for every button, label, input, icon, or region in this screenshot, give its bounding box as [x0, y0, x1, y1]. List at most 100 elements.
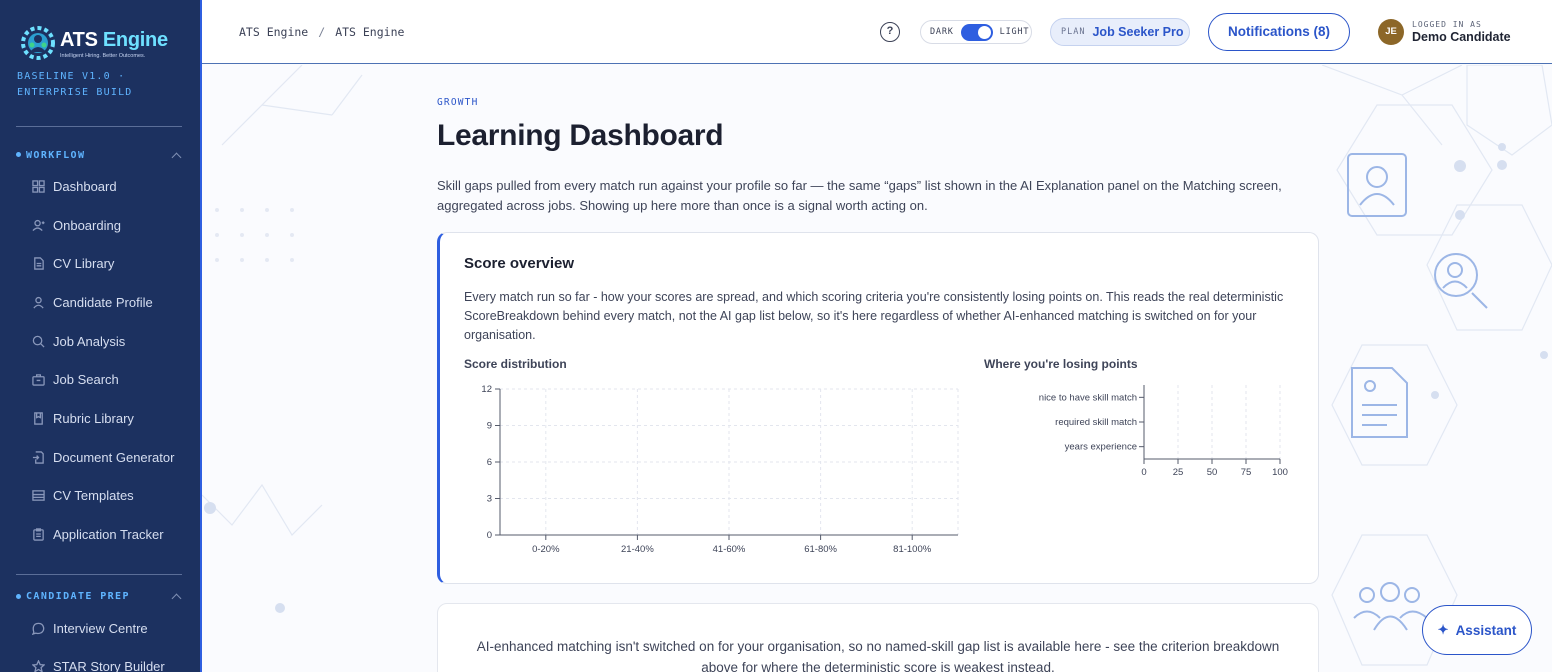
chevron-up-icon[interactable] — [171, 593, 182, 604]
brand-tagline: Intelligent Hiring. Better Outcomes. — [60, 53, 146, 59]
plan-label: PLAN — [1061, 27, 1086, 37]
sidebar-item-candidate-profile[interactable]: Candidate Profile — [0, 283, 200, 322]
user-icon — [31, 295, 45, 309]
topbar: ATS Engine / ATS Engine ? DARK LIGHT PLAN … — [202, 0, 1552, 64]
y-tick-label: required skill match — [1055, 417, 1137, 428]
score-distribution-label: Score distribution — [464, 357, 567, 371]
book-icon — [31, 411, 45, 425]
avatar[interactable]: JE — [1378, 19, 1404, 45]
ai-gap-message: AI-enhanced matching isn't switched on f… — [476, 639, 1280, 672]
score-overview-description: Every match run so far - how your scores… — [464, 290, 1284, 342]
brand[interactable]: ATS Engine Intelligent Hiring. Better Ou… — [0, 0, 200, 66]
user-info[interactable]: LOGGED IN AS Demo Candidate — [1412, 20, 1511, 44]
sidebar-item-label: Job Analysis — [53, 333, 126, 349]
sidebar-item-label: Document Generator — [53, 449, 175, 465]
y-tick-label: 3 — [487, 494, 492, 505]
y-tick-label: years experience — [1065, 442, 1137, 453]
clipboard-icon — [31, 528, 45, 542]
section-label: CANDIDATE PREP — [26, 591, 130, 603]
document-icon — [31, 257, 45, 271]
x-tick-label: 21-40% — [621, 544, 654, 555]
grid-icon — [31, 179, 45, 193]
sidebar-item-application-tracker[interactable]: Application Tracker — [0, 515, 200, 554]
y-tick-label: nice to have skill match — [1039, 392, 1137, 403]
sidebar-item-label: CV Library — [53, 256, 115, 272]
sidebar-item-label: STAR Story Builder — [53, 659, 165, 672]
chat-icon — [31, 621, 45, 635]
sidebar-item-label: Candidate Profile — [53, 294, 153, 310]
sidebar-item-cv-library[interactable]: CV Library — [0, 244, 200, 283]
brand-logo-icon — [18, 24, 58, 64]
logged-in-label: LOGGED IN AS — [1412, 20, 1482, 29]
sparkle-icon: ✦ — [1437, 622, 1449, 637]
x-tick-label: 25 — [1173, 467, 1184, 478]
sidebar-item-label: Interview Centre — [53, 620, 148, 636]
sidebar-item-job-analysis[interactable]: Job Analysis — [0, 322, 200, 361]
breadcrumb: ATS Engine / ATS Engine — [239, 25, 404, 39]
score-overview-card: Score overview Every match run so far - … — [437, 232, 1319, 584]
losing-points-chart: 0 25 50 75 100 nice to have skill match requir… — [1039, 385, 1288, 478]
breadcrumb-current: ATS Engine — [335, 25, 405, 39]
sidebar-item-dashboard[interactable]: Dashboard — [0, 167, 200, 206]
sidebar-item-label: Application Tracker — [53, 527, 164, 543]
sidebar-item-label: Dashboard — [53, 178, 117, 194]
x-tick-label: 100 — [1272, 467, 1288, 478]
y-tick-label: 0 — [487, 530, 492, 541]
ai-gap-card: AI-enhanced matching isn't switched on f… — [437, 603, 1319, 672]
x-tick-label: 0 — [1141, 467, 1146, 478]
y-tick-label: 9 — [487, 421, 492, 432]
sidebar-item-job-search[interactable]: Job Search — [0, 360, 200, 399]
section-dot-icon — [16, 593, 21, 599]
theme-light-label: LIGHT — [999, 27, 1030, 37]
x-tick-label: 50 — [1207, 467, 1218, 478]
assistant-label: Assistant — [1455, 622, 1517, 638]
theme-dark-label: DARK — [930, 27, 954, 37]
sidebar-item-rubric-library[interactable]: Rubric Library — [0, 399, 200, 438]
user-name: Demo Candidate — [1412, 30, 1511, 44]
section-dot-icon — [16, 152, 21, 157]
page-title: Learning Dashboard — [437, 119, 724, 152]
theme-switch[interactable] — [960, 23, 993, 41]
star-icon — [31, 660, 45, 672]
x-tick-label: 41-60% — [713, 544, 746, 555]
page-eyebrow: GROWTH — [437, 97, 479, 108]
search-icon — [31, 334, 45, 348]
notifications-button[interactable]: Notifications (8) — [1208, 13, 1350, 51]
build-label: BASELINE V1.0 · ENTERPRISE BUILD — [17, 71, 133, 98]
sidebar-item-cv-templates[interactable]: CV Templates — [0, 477, 200, 516]
x-tick-label: 75 — [1241, 467, 1252, 478]
plan-value: Job Seeker Pro — [1092, 25, 1184, 39]
sidebar-item-label: CV Templates — [53, 488, 134, 504]
sidebar-item-document-generator[interactable]: Document Generator — [0, 438, 200, 477]
score-distribution-chart: 0 3 6 9 12 0-20% 21-40% 41-60% 61-80% 81-100% — [481, 384, 959, 555]
chevron-up-icon[interactable] — [171, 152, 182, 162]
plan-badge[interactable]: PLAN Job Seeker Pro — [1050, 18, 1190, 46]
page-intro: Skill gaps pulled from every match run a… — [437, 178, 1282, 213]
brand-name: ATS Engine — [60, 29, 168, 51]
briefcase-icon — [31, 373, 45, 387]
breadcrumb-root[interactable]: ATS Engine — [239, 25, 308, 39]
theme-toggle[interactable]: DARK LIGHT — [920, 20, 1032, 44]
assistant-button[interactable]: ✦ Assistant — [1422, 605, 1532, 655]
file-export-icon — [31, 450, 45, 464]
sidebar-section-workflow[interactable]: WORKFLOW — [0, 146, 200, 164]
help-icon[interactable]: ? — [880, 22, 900, 42]
section-label: WORKFLOW — [26, 149, 86, 161]
score-overview-title: Score overview — [464, 255, 575, 272]
sidebar-item-label: Rubric Library — [53, 410, 134, 426]
x-tick-label: 0-20% — [532, 544, 560, 555]
y-tick-label: 6 — [487, 457, 492, 468]
sidebar-item-star-story-builder[interactable]: STAR Story Builder — [0, 648, 200, 672]
main-content: GROWTH Learning Dashboard Skill gaps pul… — [202, 65, 1552, 672]
y-tick-label: 12 — [481, 384, 492, 395]
sidebar-item-label: Onboarding — [53, 217, 121, 233]
sidebar-item-interview-centre[interactable]: Interview Centre — [0, 609, 200, 648]
losing-points-label: Where you're losing points — [984, 357, 1138, 371]
layout-icon — [31, 489, 45, 503]
user-plus-icon — [31, 218, 45, 232]
sidebar-item-label: Job Search — [53, 372, 119, 388]
breadcrumb-separator: / — [318, 25, 326, 39]
x-tick-label: 81-100% — [893, 544, 932, 555]
sidebar-item-onboarding[interactable]: Onboarding — [0, 206, 200, 245]
sidebar-section-candidate-prep[interactable]: CANDIDATE PREP — [0, 588, 200, 606]
